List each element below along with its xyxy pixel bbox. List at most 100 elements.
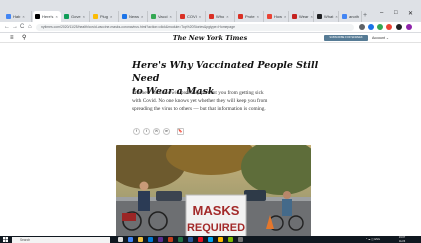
tab-favicon-icon bbox=[64, 14, 69, 19]
app-icon[interactable] bbox=[208, 237, 213, 242]
search-icon[interactable]: ⚲ bbox=[22, 34, 26, 42]
taskbar-clock[interactable]: 19:07 11/26 bbox=[394, 236, 410, 243]
browser-tab[interactable]: Hab × bbox=[4, 11, 32, 22]
share-icon[interactable]: ➦ bbox=[163, 128, 170, 135]
close-icon[interactable]: × bbox=[83, 14, 85, 19]
browser-tab[interactable]: What × bbox=[315, 11, 339, 22]
close-icon[interactable]: × bbox=[22, 14, 24, 19]
app-icon[interactable] bbox=[168, 237, 173, 242]
app-icon[interactable] bbox=[238, 237, 243, 242]
app-icon[interactable] bbox=[188, 237, 193, 242]
tab-favicon-icon bbox=[151, 14, 156, 19]
windows-start-icon[interactable] bbox=[3, 237, 8, 242]
back-button[interactable]: ← bbox=[4, 23, 10, 32]
close-icon[interactable]: × bbox=[169, 14, 171, 19]
file-explorer-icon[interactable] bbox=[138, 237, 143, 242]
tab-favicon-icon bbox=[292, 14, 297, 19]
home-button[interactable]: ⌂ bbox=[28, 23, 32, 32]
facebook-share-icon[interactable]: f bbox=[133, 128, 140, 135]
browser-tab[interactable]: Wear × bbox=[290, 11, 314, 22]
app-icon[interactable] bbox=[178, 237, 183, 242]
chrome-icon[interactable] bbox=[128, 237, 133, 242]
summary-line: spreading the virus to others — but that… bbox=[132, 106, 266, 112]
system-tray[interactable]: ^ ☁ ◫ ENG bbox=[366, 236, 380, 243]
photo-sign-text-2: REQUIRED bbox=[187, 222, 245, 234]
tab-favicon-icon bbox=[93, 14, 98, 19]
account-button[interactable]: Account ⌄ bbox=[372, 35, 389, 41]
close-icon[interactable]: × bbox=[55, 14, 57, 19]
browser-tab[interactable]: Who × bbox=[207, 11, 235, 22]
browser-tab[interactable]: Vacci × bbox=[149, 11, 177, 22]
clock-date: 11/26 bbox=[398, 239, 406, 243]
tab-label: COVI bbox=[187, 14, 197, 19]
close-icon[interactable]: × bbox=[335, 14, 337, 19]
extension-icon[interactable] bbox=[377, 24, 383, 30]
tab-label: Wear bbox=[299, 14, 309, 19]
address-bar[interactable]: nytimes.com/2020/11/25/health/covid-vacc… bbox=[36, 24, 354, 31]
close-window-button[interactable]: ✕ bbox=[408, 10, 413, 17]
profile-avatar-icon[interactable] bbox=[406, 24, 412, 30]
edge-icon[interactable] bbox=[148, 237, 153, 242]
nyt-logo[interactable]: The New York Times bbox=[160, 33, 260, 43]
close-icon[interactable]: × bbox=[226, 14, 228, 19]
reload-button[interactable]: C bbox=[20, 23, 24, 32]
app-icon[interactable] bbox=[158, 237, 163, 242]
email-share-icon[interactable]: ✉ bbox=[153, 128, 160, 135]
maximize-button[interactable]: □ bbox=[394, 10, 398, 16]
nyt-favicon-icon bbox=[35, 14, 40, 19]
close-icon[interactable]: × bbox=[199, 14, 201, 19]
article-photo: MASKS REQUIRED bbox=[116, 145, 311, 238]
taskbar-search-input[interactable]: Search bbox=[12, 236, 110, 243]
tab-label: Vacci bbox=[158, 14, 168, 19]
close-icon[interactable]: × bbox=[257, 14, 259, 19]
star-icon[interactable] bbox=[359, 24, 365, 30]
screen: Hab × Here's × Gove × Plug × News × Vacci × CO… bbox=[0, 0, 421, 243]
tab-label: Prote bbox=[245, 14, 255, 19]
tab-label: How bbox=[274, 14, 283, 19]
close-icon[interactable]: × bbox=[141, 14, 143, 19]
browser-tab[interactable]: Plug × bbox=[91, 11, 119, 22]
nyt-header: ≡ ⚲ The New York Times SUBSCRIBE FOR $1/… bbox=[0, 33, 421, 43]
close-icon[interactable]: × bbox=[110, 14, 112, 19]
app-icon[interactable] bbox=[198, 237, 203, 242]
minimize-button[interactable]: – bbox=[380, 10, 383, 16]
tab-label: News bbox=[129, 14, 140, 19]
twitter-share-icon[interactable]: t bbox=[143, 128, 150, 135]
tab-favicon-icon bbox=[6, 14, 11, 19]
browser-tab[interactable]: anoth× bbox=[340, 11, 362, 22]
tab-label: anoth bbox=[349, 14, 360, 19]
tab-label: Gove bbox=[71, 14, 81, 19]
tab-favicon-icon bbox=[267, 14, 272, 19]
tab-favicon-icon bbox=[122, 14, 127, 19]
headline-line: Here's Why Vaccinated People Still Need bbox=[132, 60, 319, 84]
browser-tab[interactable]: COVI × bbox=[178, 11, 206, 22]
extension-icon[interactable] bbox=[396, 24, 402, 30]
extension-icon[interactable] bbox=[368, 24, 374, 30]
close-icon[interactable]: × bbox=[284, 14, 286, 19]
browser-tab[interactable]: Gove × bbox=[62, 11, 90, 22]
browser-tab[interactable]: How × bbox=[265, 11, 289, 22]
forward-button[interactable]: → bbox=[12, 23, 18, 32]
summary-line: The new vaccines will probably prevent y… bbox=[132, 90, 264, 96]
tab-label: Who bbox=[216, 14, 225, 19]
browser-tab-active[interactable]: Here's × bbox=[33, 11, 61, 22]
app-icon[interactable] bbox=[228, 237, 233, 242]
close-icon[interactable]: × bbox=[310, 14, 312, 19]
bookmark-icon[interactable]: 🔖 bbox=[177, 128, 184, 135]
tab-favicon-icon bbox=[180, 14, 185, 19]
close-icon[interactable]: × bbox=[361, 14, 362, 19]
hamburger-icon[interactable]: ≡ bbox=[10, 34, 14, 42]
tab-label: Plug bbox=[100, 14, 109, 19]
extension-icon[interactable] bbox=[386, 24, 392, 30]
browser-tab[interactable]: News × bbox=[120, 11, 148, 22]
new-tab-button[interactable]: + bbox=[363, 11, 367, 21]
task-view-icon[interactable] bbox=[118, 237, 123, 242]
street-scene-image: MASKS REQUIRED bbox=[116, 145, 311, 238]
article-summary: The new vaccines will probably prevent y… bbox=[132, 89, 304, 113]
windows-taskbar: Search ^ ☁ ◫ ENG 19:07 11/26 bbox=[0, 236, 421, 243]
subscribe-button[interactable]: SUBSCRIBE FOR $1/WEEK bbox=[324, 35, 368, 41]
browser-tab[interactable]: Prote × bbox=[236, 11, 264, 22]
tab-favicon-icon bbox=[317, 14, 322, 19]
tab-favicon-icon bbox=[342, 14, 347, 19]
app-icon[interactable] bbox=[218, 237, 223, 242]
